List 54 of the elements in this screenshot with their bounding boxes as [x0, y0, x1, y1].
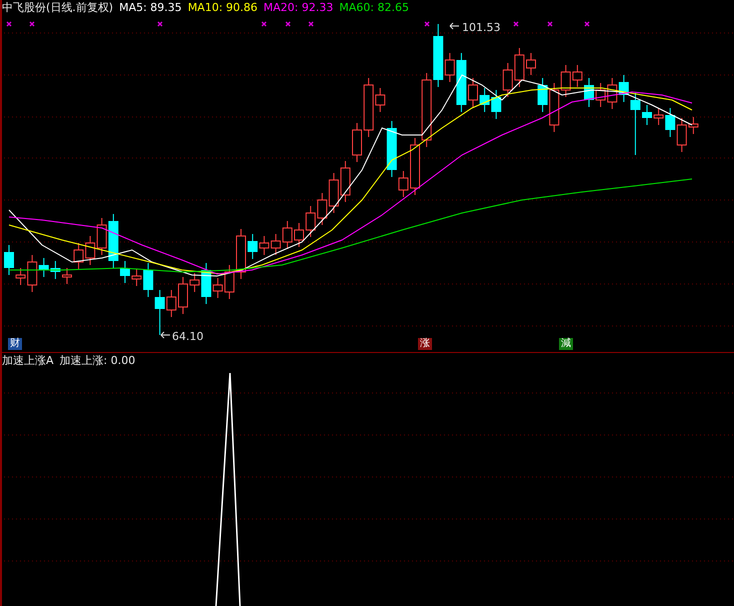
- candlestick: [120, 260, 130, 284]
- moving-average-value: MA20: 92.33: [264, 1, 334, 14]
- price-label: 101.53: [462, 21, 500, 34]
- candlestick: [74, 242, 84, 270]
- event-tag: 涨: [418, 338, 432, 350]
- stock-title: 中飞股份(日线.前复权): [2, 1, 114, 14]
- candlestick: [317, 192, 328, 226]
- cross-marker-icon: [584, 21, 590, 27]
- moving-average-value: MA60: 82.65: [339, 1, 409, 14]
- candlestick: [4, 244, 14, 276]
- candlestick: [596, 82, 606, 108]
- candlestick: [584, 78, 594, 108]
- candlestick: [50, 260, 60, 280]
- moving-average-value: MA10: 90.86: [188, 1, 258, 14]
- candlestick: [236, 228, 246, 280]
- cross-marker-icon: [29, 21, 35, 27]
- candlestick: [178, 276, 188, 314]
- moving-average-value: MA5: 89.35: [119, 1, 182, 14]
- candlestick: [526, 52, 536, 76]
- candlestick: [85, 236, 96, 266]
- indicator-title: 加速上涨A: [2, 354, 54, 367]
- candlestick: [306, 206, 316, 238]
- candlestick: [642, 104, 652, 126]
- event-tag: 減: [559, 338, 573, 350]
- candlestick: [328, 172, 339, 214]
- candlestick: [514, 48, 524, 88]
- candlestick: [491, 90, 502, 120]
- candlestick: [259, 236, 270, 256]
- event-tag: 财: [8, 338, 22, 350]
- cross-marker-icon: [308, 21, 314, 27]
- candlestick: [294, 222, 304, 248]
- cross-marker-icon: [6, 21, 12, 27]
- cross-marker-icon: [285, 21, 291, 27]
- pointer-arrow-icon: [450, 22, 460, 30]
- candlestick: [340, 160, 350, 202]
- candlestick: [352, 122, 362, 162]
- cross-marker-icon: [424, 21, 430, 27]
- candlestick: [502, 62, 513, 98]
- candlestick: [468, 78, 478, 108]
- candlestick: [480, 88, 490, 112]
- cross-marker-icon: [547, 21, 553, 27]
- pointer-arrow-icon: [160, 332, 170, 338]
- cross-marker-icon: [261, 21, 267, 27]
- indicator-reading: 加速上涨: 0.00: [60, 354, 136, 367]
- candlestick: [410, 138, 420, 196]
- candlestick: [270, 234, 281, 256]
- cross-marker-icon: [513, 21, 519, 27]
- price-label: 64.10: [172, 330, 204, 343]
- candlestick: [248, 234, 258, 260]
- cross-marker-icon: [157, 21, 163, 27]
- candlestick: [538, 78, 548, 112]
- candlestick: [607, 78, 618, 110]
- candlestick: [62, 268, 72, 284]
- candlestick: [282, 220, 292, 250]
